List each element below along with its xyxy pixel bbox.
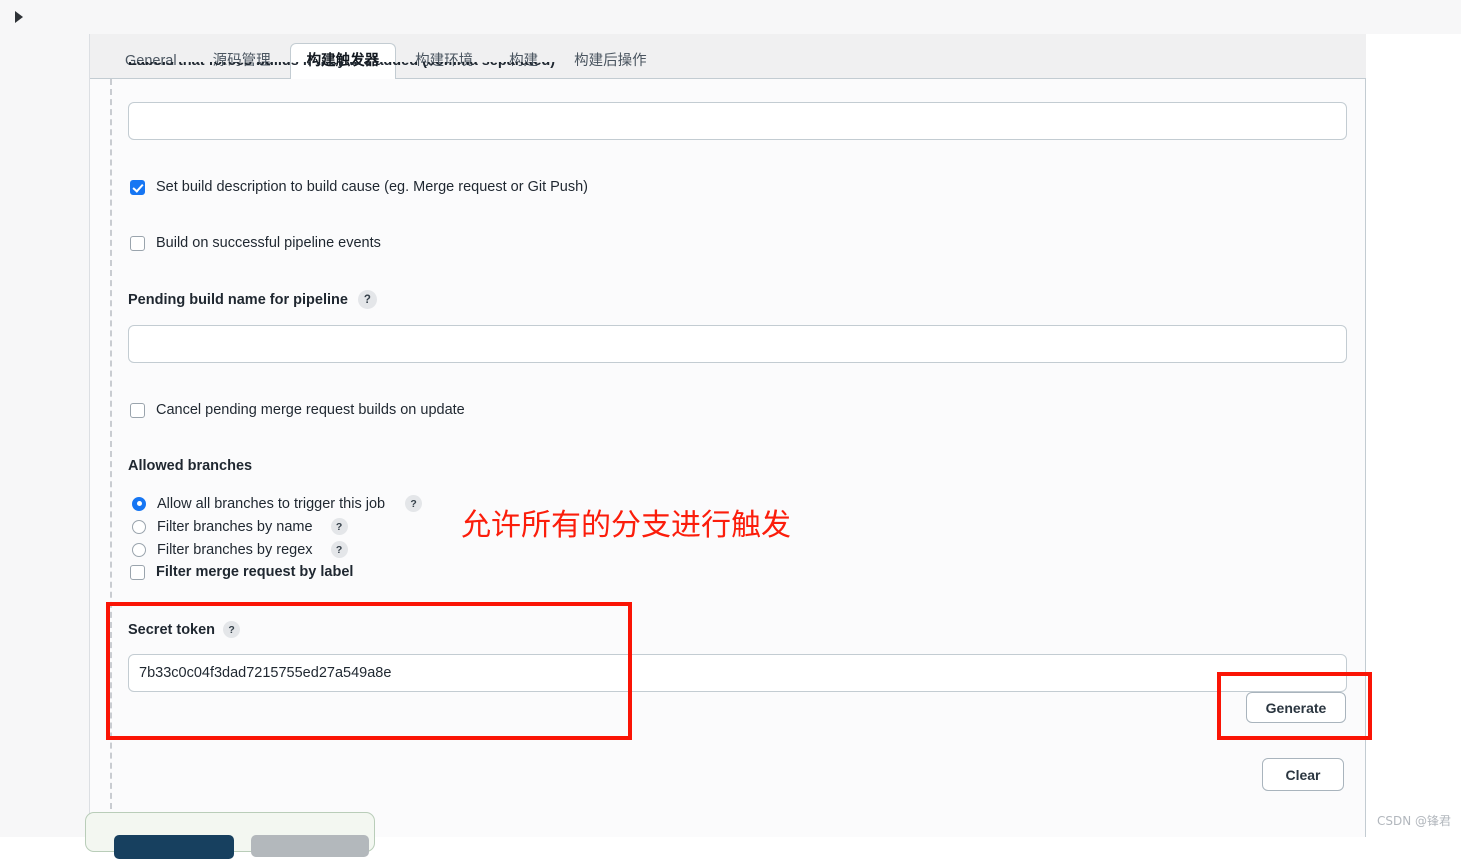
radio-allow-all-branches-label: Allow all branches to trigger this job [157,495,386,512]
cancel-pending-builds-label: Cancel pending merge request builds on u… [156,402,465,418]
radio-filter-by-regex-label: Filter branches by regex [157,541,313,558]
cancel-pending-builds-checkbox[interactable] [130,402,145,418]
triangle-right-icon[interactable] [12,9,26,25]
secret-token-input[interactable] [128,654,1347,692]
save-action-bar [85,812,375,859]
build-on-successful-pipeline-row[interactable]: Build on successful pipeline events [130,235,381,251]
set-build-description-row[interactable]: Set build description to build cause (eg… [130,179,588,195]
filter-merge-request-by-label-text: Filter merge request by label [156,564,354,580]
csdn-watermark: CSDN @锋君 [1376,814,1451,828]
generate-button[interactable]: Generate [1246,692,1346,723]
set-build-description-checkbox[interactable] [130,179,145,195]
radio-row-filter-by-name[interactable]: Filter branches by name ? [132,518,348,535]
labels-force-build-label: Labels that forces builds if they are ad… [128,62,628,76]
radio-row-filter-by-regex[interactable]: Filter branches by regex ? [132,541,348,558]
build-on-successful-pipeline-label: Build on successful pipeline events [156,235,381,251]
allowed-branches-heading: Allowed branches [128,458,253,474]
build-on-successful-pipeline-checkbox[interactable] [130,235,145,251]
help-icon-filter-by-name[interactable]: ? [330,518,348,535]
radio-filter-branches-by-regex[interactable] [132,542,146,557]
filter-merge-request-by-label-row[interactable]: Filter merge request by label [130,564,353,580]
radio-filter-branches-by-name[interactable] [132,519,146,534]
clear-button[interactable]: Clear [1262,758,1344,791]
annotation-allowed-branches-note: 允许所有的分支进行触发 [461,508,791,543]
cancel-pending-builds-row[interactable]: Cancel pending merge request builds on u… [130,402,465,418]
secret-token-label: Secret token ? [128,621,241,638]
apply-button[interactable] [251,835,369,857]
help-icon-pending-build-name[interactable]: ? [357,290,377,309]
help-icon-secret-token[interactable]: ? [223,621,241,638]
set-build-description-label: Set build description to build cause (eg… [156,179,589,195]
page-background-right [1366,0,1461,837]
radio-row-allow-all-branches[interactable]: Allow all branches to trigger this job ? [132,495,423,512]
radio-allow-all-branches[interactable] [132,496,146,511]
help-icon-filter-by-regex[interactable]: ? [330,541,348,558]
radio-filter-by-name-label: Filter branches by name [157,518,313,535]
filter-merge-request-by-label-checkbox[interactable] [130,564,145,580]
left-rail [0,34,90,837]
pending-build-name-label: Pending build name for pipeline ? [128,290,377,309]
job-config-panel [90,34,1366,837]
section-guide-line [110,79,112,819]
save-button[interactable] [114,835,234,859]
help-icon-allow-all-branches[interactable]: ? [405,495,423,512]
top-strip [0,0,1461,34]
pending-build-name-input[interactable] [128,325,1347,363]
labels-force-build-input[interactable] [128,102,1347,140]
